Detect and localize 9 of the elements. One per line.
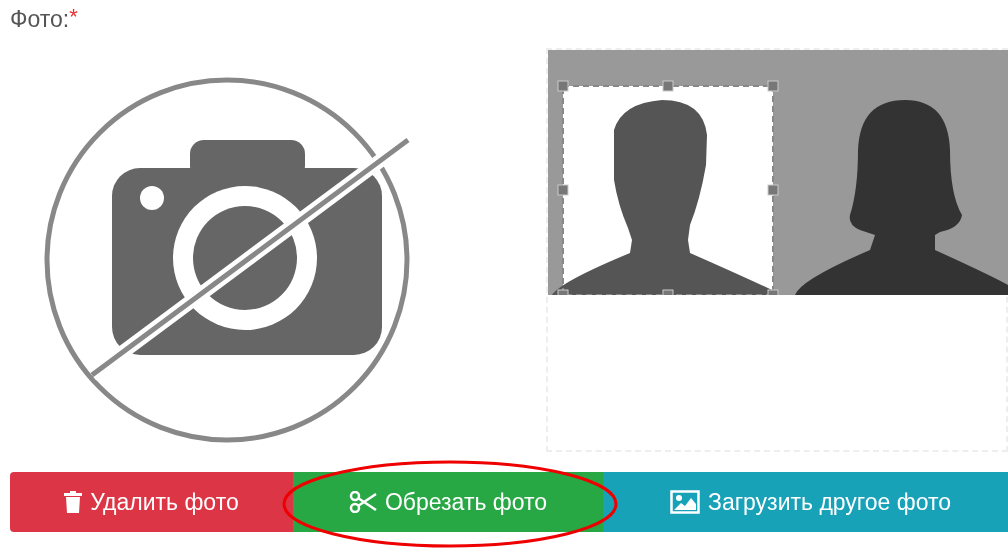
upload-photo-button[interactable]: Загрузить другое фото <box>603 472 1008 532</box>
delete-photo-button[interactable]: Удалить фото <box>10 472 293 532</box>
field-label: Фото: <box>10 6 70 32</box>
scissors-icon <box>348 491 377 513</box>
trash-icon <box>64 491 83 513</box>
crop-photo-button[interactable]: Обрезать фото <box>293 472 603 532</box>
no-camera-icon <box>44 77 413 443</box>
image-icon <box>670 490 700 514</box>
required-mark: * <box>69 4 78 29</box>
